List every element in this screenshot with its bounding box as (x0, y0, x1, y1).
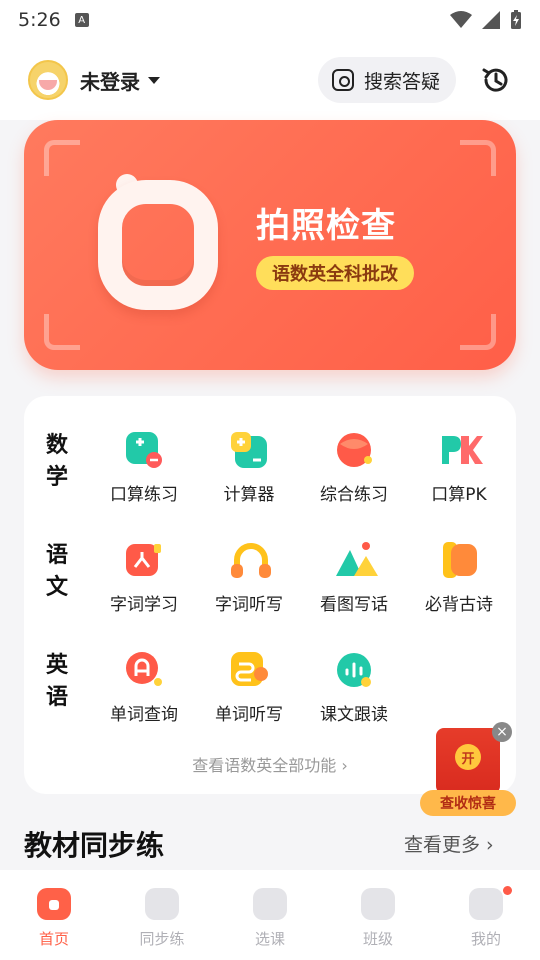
tab-label: 首页 (38, 930, 69, 948)
tab-label: 同步练 (139, 930, 185, 948)
book-icon (145, 888, 179, 920)
feature-label: 字词学习 (110, 595, 178, 615)
math-oral-icon (124, 430, 164, 470)
login-status-label[interactable]: 未登录 (80, 66, 140, 95)
subject-label-text: 语文 (46, 543, 69, 600)
pk-icon (439, 430, 483, 470)
frame-corner (460, 140, 496, 176)
app-header: 未登录 搜索答疑 (0, 40, 540, 120)
status-time: 5:26 (18, 9, 61, 31)
tab-label: 班级 (362, 930, 393, 948)
subject-label-text: 英语 (46, 653, 69, 710)
photo-check-title: 拍照检查 (256, 206, 396, 246)
tab-label: 选课 (254, 930, 285, 948)
tab-home[interactable]: 首页 (14, 888, 94, 949)
frame-corner (460, 314, 496, 350)
wifi-icon (450, 11, 472, 28)
battery-icon (511, 10, 521, 29)
word-lookup-icon (124, 650, 164, 690)
subject-row-math: 数学 口算练习 计算器 综合练习 口算PK (24, 430, 516, 540)
subject-label: 数学 (46, 430, 74, 494)
frame-corner (44, 314, 80, 350)
status-bar: 5:26 A (0, 0, 540, 40)
profile-icon (469, 888, 503, 920)
photo-check-tag: 语数英全科批改 (256, 256, 414, 290)
tab-courses[interactable]: 选课 (230, 888, 310, 949)
feature-word-dictation[interactable]: 字词听写 (199, 540, 299, 615)
feature-label: 看图写话 (320, 595, 388, 615)
open-coin: 开 (455, 744, 481, 770)
feature-label: 字词听写 (215, 595, 283, 615)
poem-book-icon (439, 540, 479, 580)
tab-mine[interactable]: 我的 (446, 886, 526, 949)
feature-label: 单词听写 (215, 705, 283, 725)
frame-corner (44, 140, 80, 176)
feature-word-dictation-en[interactable]: 单词听写 (199, 650, 299, 725)
headphones-icon (229, 540, 271, 580)
subject-label: 语文 (46, 540, 74, 604)
search-answer-label: 搜索答疑 (363, 70, 440, 93)
avatar[interactable] (28, 60, 68, 100)
feature-comprehensive[interactable]: 综合练习 (304, 430, 404, 505)
feature-label: 口算PK (431, 485, 487, 505)
bottom-tab-bar: 首页 同步练 选课 班级 我的 (0, 870, 540, 960)
play-icon (253, 888, 287, 920)
tab-label: 我的 (470, 930, 501, 948)
photo-check-card[interactable]: 拍照检查 语数英全科批改 (24, 120, 516, 370)
comprehensive-icon (334, 430, 374, 470)
feature-read-along[interactable]: 课文跟读 (304, 650, 404, 725)
textbook-sync-title: 教材同步练 (24, 829, 165, 862)
notification-dot (503, 886, 512, 895)
history-icon[interactable] (480, 64, 512, 96)
camera-lens-icon (98, 180, 218, 310)
feature-word-lookup[interactable]: 单词查询 (94, 650, 194, 725)
feature-label: 计算器 (223, 485, 275, 505)
subject-label-text: 数学 (46, 433, 69, 490)
feature-label: 综合练习 (320, 485, 388, 505)
subject-row-chinese: 语文 字词学习 字词听写 看图写话 必背古诗 (24, 540, 516, 650)
red-envelope-promo[interactable]: 开 × 查收惊喜 (420, 722, 516, 816)
tab-sync-practice[interactable]: 同步练 (122, 888, 202, 949)
feature-label: 口算练习 (110, 485, 178, 505)
feature-pk[interactable]: 口算PK (409, 430, 509, 505)
subject-label: 英语 (46, 650, 74, 714)
camera-icon (331, 69, 354, 91)
search-answer-button[interactable]: 搜索答疑 (317, 57, 456, 103)
feature-calculator[interactable]: 计算器 (199, 430, 299, 505)
home-icon (37, 888, 71, 920)
close-icon[interactable]: × (492, 722, 512, 742)
star-badge-icon (361, 888, 395, 920)
feature-label: 必背古诗 (425, 595, 493, 615)
notification-a-icon: A (74, 13, 89, 27)
picture-writing-icon (334, 540, 378, 580)
word-dictation-icon (229, 650, 269, 690)
chevron-down-icon[interactable] (148, 76, 160, 84)
read-along-icon (334, 650, 374, 690)
status-icons (450, 10, 522, 30)
feature-picture-writing[interactable]: 看图写话 (304, 540, 404, 615)
calculator-icon (229, 430, 269, 470)
word-study-icon (124, 540, 164, 580)
feature-label: 单词查询 (110, 705, 178, 725)
tab-class[interactable]: 班级 (338, 888, 418, 949)
feature-math-oral[interactable]: 口算练习 (94, 430, 194, 505)
see-more-link[interactable]: 查看更多 › (404, 830, 494, 857)
feature-word-study[interactable]: 字词学习 (94, 540, 194, 615)
promo-label: 查收惊喜 (420, 790, 516, 816)
feature-ancient-poems[interactable]: 必背古诗 (409, 540, 509, 615)
feature-label: 课文跟读 (320, 705, 388, 725)
signal-icon (482, 11, 500, 29)
